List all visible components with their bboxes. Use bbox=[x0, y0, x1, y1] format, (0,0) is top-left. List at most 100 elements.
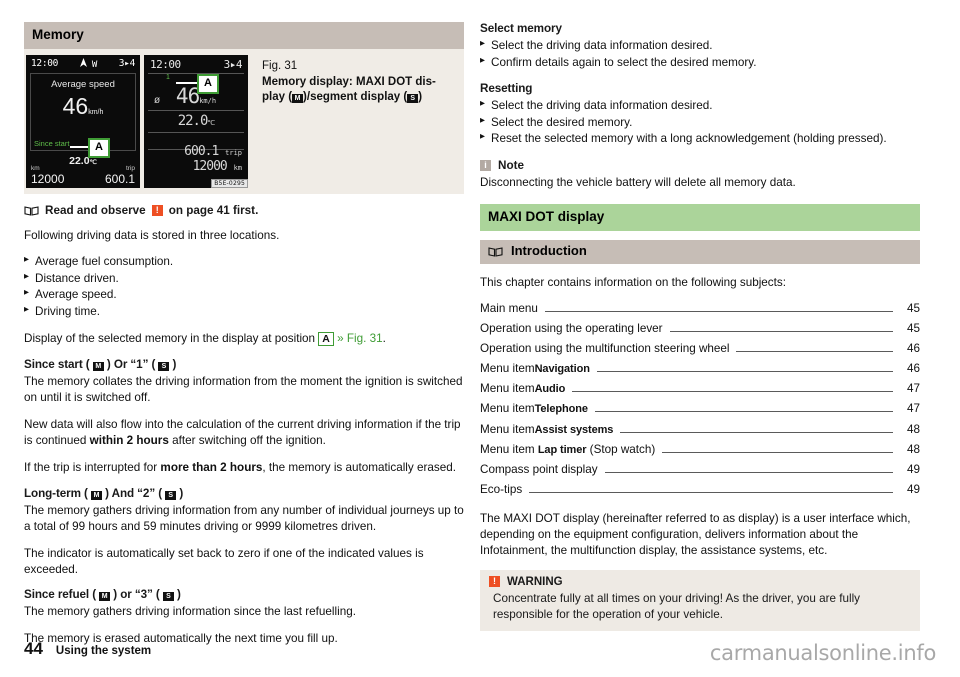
since-start-heading: Since start ( M ) Or “1” ( S ) bbox=[24, 358, 177, 372]
toc-label: Operation using the operating lever bbox=[480, 321, 663, 335]
select-memory-heading: Select memory bbox=[480, 22, 562, 35]
segment-speed: ø 46 km/h bbox=[154, 83, 217, 108]
segment-glyph-icon: S bbox=[158, 362, 170, 372]
watermark: carmanualsonline.info bbox=[709, 641, 936, 665]
toc-page-number: 45 bbox=[906, 301, 920, 315]
list-item: Average speed. bbox=[24, 287, 464, 304]
position-marker-a: A bbox=[318, 332, 334, 347]
toc-page-number: 46 bbox=[906, 362, 920, 376]
read-and-observe-note: Read and observe ! on page 41 first. bbox=[24, 204, 464, 217]
toc-label: Menu itemAudio bbox=[480, 382, 566, 396]
book-icon bbox=[24, 205, 39, 216]
chapter-heading-maxidot: MAXI DOT display bbox=[480, 204, 920, 231]
read-observe-post: on page 41 first. bbox=[168, 203, 259, 217]
toc-entry[interactable]: Operation using the operating lever 45 bbox=[480, 319, 920, 339]
segment-memory-number: 1 bbox=[166, 73, 170, 81]
toc-entry[interactable]: Menu itemAudio 47 bbox=[480, 379, 920, 399]
since-refuel-heading: Since refuel ( M ) or “3” ( S ) bbox=[24, 588, 181, 602]
toc-entry[interactable]: Operation using the multifunction steeri… bbox=[480, 339, 920, 359]
figure-block: 12:00 W 3▸4 Average speed 46km/h Since s… bbox=[24, 48, 464, 194]
toc-entry[interactable]: Menu item Lap timer (Stop watch) 48 bbox=[480, 440, 920, 460]
callout-marker-a-left: A bbox=[88, 137, 110, 158]
toc-label: Operation using the multifunction steeri… bbox=[480, 342, 730, 356]
toc-entry[interactable]: Eco-tips 49 bbox=[480, 480, 920, 500]
toc-intro-text: This chapter contains information on the… bbox=[480, 275, 786, 289]
warning-box: ! WARNING Concentrate fully at all times… bbox=[480, 569, 920, 631]
warning-icon: ! bbox=[151, 204, 163, 216]
maxidot-odo-value: 12000 bbox=[31, 171, 65, 186]
toc-leader bbox=[544, 310, 893, 312]
segment-display-image: 12:00 3▸4 1 ø 46 km/h 22.0℃ 600.1 trip 1… bbox=[142, 52, 250, 190]
figure-crossref: » Fig. 31 bbox=[337, 332, 383, 346]
maxidot-value: 46km/h bbox=[62, 92, 104, 119]
maxidot-glyph-icon: M bbox=[292, 93, 304, 103]
note-heading: i Note bbox=[480, 159, 920, 172]
segment-glyph-icon: S bbox=[165, 490, 177, 500]
figure-images: 12:00 W 3▸4 Average speed 46km/h Since s… bbox=[24, 49, 250, 194]
figure-code-label: B5E-0295 bbox=[211, 178, 248, 188]
intro-paragraph: Following driving data is stored in thre… bbox=[24, 228, 280, 242]
toc-label: Compass point display bbox=[480, 462, 598, 476]
toc-page-number: 47 bbox=[906, 382, 920, 396]
read-observe-pre: Read and observe bbox=[45, 203, 146, 217]
interrupt-paragraph: If the trip is interrupted for more than… bbox=[24, 460, 456, 474]
right-column: Select memory Select the driving data in… bbox=[480, 22, 920, 631]
toc-entry[interactable]: Compass point display 49 bbox=[480, 460, 920, 480]
segment-gear: 3▸4 bbox=[223, 57, 243, 71]
toc-leader bbox=[594, 410, 893, 413]
toc-entry[interactable]: Menu itemNavigation 46 bbox=[480, 359, 920, 379]
segment-temperature: 22.0℃ bbox=[177, 112, 216, 129]
maxidot-display-image: 12:00 W 3▸4 Average speed 46km/h Since s… bbox=[24, 52, 142, 190]
segment-bottom-values: 600.1 trip 12000 km bbox=[184, 144, 242, 174]
toc-label: Eco-tips bbox=[480, 482, 523, 496]
toc-label: Main menu bbox=[480, 301, 538, 315]
maxidot-glyph-icon: M bbox=[92, 362, 104, 372]
maxidot-odo-label: km bbox=[31, 164, 40, 172]
list-item: Select the desired memory. bbox=[480, 115, 920, 132]
subsection-heading-introduction: Introduction bbox=[480, 239, 920, 264]
maxidot-glyph-icon: M bbox=[99, 592, 111, 602]
maxidot-memory-label: Since start bbox=[34, 138, 70, 148]
segment-divider-3 bbox=[148, 131, 244, 133]
toc-page-number: 45 bbox=[906, 321, 920, 335]
table-of-contents: Main menu 45 Operation using the operati… bbox=[480, 299, 920, 500]
select-memory-steps: Select the driving data information desi… bbox=[480, 38, 920, 71]
segment-top-bar: 12:00 3▸4 bbox=[144, 55, 248, 73]
maxidot-panel: Average speed 46km/h Since start bbox=[30, 72, 136, 151]
resetting-steps: Select the driving data information desi… bbox=[480, 98, 920, 148]
info-icon: i bbox=[480, 159, 491, 171]
maxidot-panel-title: Average speed bbox=[51, 78, 115, 90]
interrupt-bold: more than 2 hours bbox=[160, 460, 263, 474]
list-item: Select the driving data information desi… bbox=[480, 38, 920, 55]
maxidot-time: 12:00 bbox=[31, 58, 59, 70]
toc-leader bbox=[529, 491, 893, 493]
page-number: 44 bbox=[24, 639, 43, 658]
toc-entry[interactable]: Main menu 45 bbox=[480, 299, 920, 319]
maxidot-gear: 3▸4 bbox=[118, 58, 136, 70]
display-position-paragraph: Display of the selected memory in the di… bbox=[24, 332, 386, 347]
manual-page: Memory 12:00 W 3▸4 Average speed 46km/h … bbox=[0, 0, 960, 677]
introduction-label: Introduction bbox=[511, 242, 587, 258]
segment-glyph-icon: S bbox=[162, 592, 174, 602]
list-item: Distance driven. bbox=[24, 271, 464, 288]
list-item: Reset the selected memory with a long ac… bbox=[480, 131, 920, 148]
book-icon bbox=[488, 246, 503, 257]
toc-entry[interactable]: Menu itemAssist systems 48 bbox=[480, 420, 920, 440]
toc-label: Menu itemTelephone bbox=[480, 402, 588, 416]
maxidot-glyph-icon: M bbox=[90, 490, 102, 500]
long-term-heading: Long-term ( M ) And “2” ( S ) bbox=[24, 486, 184, 500]
list-item: Confirm details again to select the desi… bbox=[480, 55, 920, 72]
maxidot-top-bar: 12:00 W 3▸4 bbox=[26, 55, 140, 72]
long-term-paragraph-1: The memory gathers driving information f… bbox=[24, 503, 464, 533]
new-data-paragraph: New data will also flow into the calcula… bbox=[24, 418, 461, 448]
toc-page-number: 48 bbox=[906, 422, 920, 436]
toc-leader bbox=[572, 390, 893, 393]
left-column: Memory 12:00 W 3▸4 Average speed 46km/h … bbox=[24, 22, 464, 645]
toc-entry[interactable]: Menu itemTelephone 47 bbox=[480, 399, 920, 419]
toc-page-number: 49 bbox=[906, 462, 920, 476]
maxidot-value-unit: km/h bbox=[88, 108, 104, 116]
since-start-paragraph: The memory collates the driving informat… bbox=[24, 375, 463, 405]
toc-leader bbox=[596, 370, 893, 373]
figure-caption: Fig. 31 Memory display: MAXI DOT dis-pla… bbox=[250, 49, 444, 194]
callout-marker-a-right: A bbox=[197, 73, 219, 94]
